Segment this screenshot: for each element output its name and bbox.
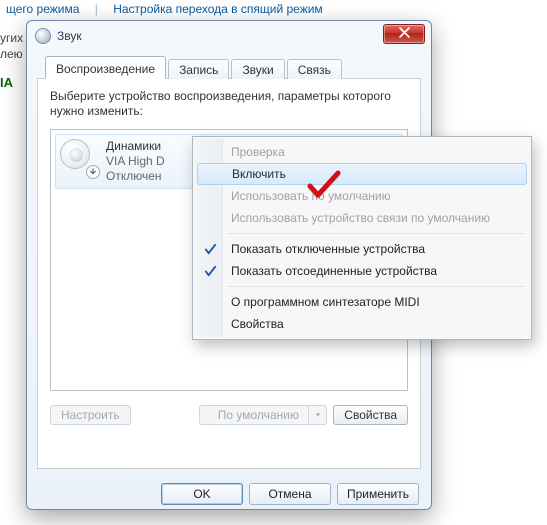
context-menu: Проверка Включить Использовать по умолча…	[192, 136, 532, 340]
background-ia-label: IA	[0, 75, 13, 90]
check-icon	[202, 263, 218, 279]
tab-recording[interactable]: Запись	[168, 59, 229, 79]
ctx-show-disconnected-label: Показать отсоединенные устройства	[231, 264, 437, 278]
apply-button[interactable]: Применить	[337, 483, 419, 505]
dialog-button-row: OK Отмена Применить	[27, 477, 431, 515]
speaker-icon	[60, 139, 98, 177]
bg-link-1[interactable]: щего режима	[6, 2, 79, 16]
ctx-set-default: Использовать по умолчанию	[195, 185, 529, 207]
ctx-separator-1	[227, 233, 525, 234]
cancel-button[interactable]: Отмена	[249, 483, 331, 505]
window-title: Звук	[57, 29, 82, 43]
tab-playback[interactable]: Воспроизведение	[45, 56, 166, 79]
instruction-text: Выберите устройство воспроизведения, пар…	[50, 89, 408, 119]
tab-bottom-row: Настроить По умолчанию Свойства	[50, 405, 408, 425]
background-links: щего режима | Настройка перехода в спящи…	[0, 0, 547, 18]
ctx-about-synth[interactable]: О программном синтезаторе MIDI	[195, 291, 529, 313]
annotation-red-check-icon	[306, 170, 342, 203]
tab-strip: Воспроизведение Запись Звуки Связь	[37, 55, 421, 79]
configure-button: Настроить	[50, 405, 131, 425]
bg-link-2[interactable]: Настройка перехода в спящий режим	[113, 2, 322, 16]
ok-button[interactable]: OK	[161, 483, 243, 505]
set-default-button: По умолчанию	[199, 405, 327, 425]
tab-communication[interactable]: Связь	[287, 59, 342, 79]
close-icon	[399, 27, 410, 41]
ctx-enable[interactable]: Включить	[197, 163, 527, 185]
sound-system-icon	[35, 28, 51, 44]
device-vendor: VIA High D	[106, 154, 165, 169]
ctx-properties[interactable]: Свойства	[195, 313, 529, 335]
tab-sounds[interactable]: Звуки	[231, 59, 284, 79]
ctx-show-disconnected[interactable]: Показать отсоединенные устройства	[195, 260, 529, 282]
set-default-label: По умолчанию	[218, 408, 299, 422]
ctx-show-disabled[interactable]: Показать отключенные устройства	[195, 238, 529, 260]
bg-link-sep: |	[95, 2, 98, 16]
titlebar[interactable]: Звук	[27, 21, 431, 51]
ctx-set-comm-default: Использовать устройство связи по умолчан…	[195, 207, 529, 229]
device-name: Динамики	[106, 139, 165, 154]
ctx-test: Проверка	[195, 141, 529, 163]
disabled-overlay-icon	[86, 165, 100, 179]
device-text: Динамики VIA High D Отключен	[106, 139, 165, 184]
background-side-text: угих лею	[0, 30, 23, 62]
properties-button[interactable]: Свойства	[333, 405, 408, 425]
device-status: Отключен	[106, 169, 165, 184]
ctx-show-disabled-label: Показать отключенные устройства	[231, 242, 425, 256]
chevron-down-icon	[308, 406, 326, 424]
close-button[interactable]	[383, 24, 425, 44]
ctx-separator-2	[227, 286, 525, 287]
check-icon	[202, 241, 218, 257]
